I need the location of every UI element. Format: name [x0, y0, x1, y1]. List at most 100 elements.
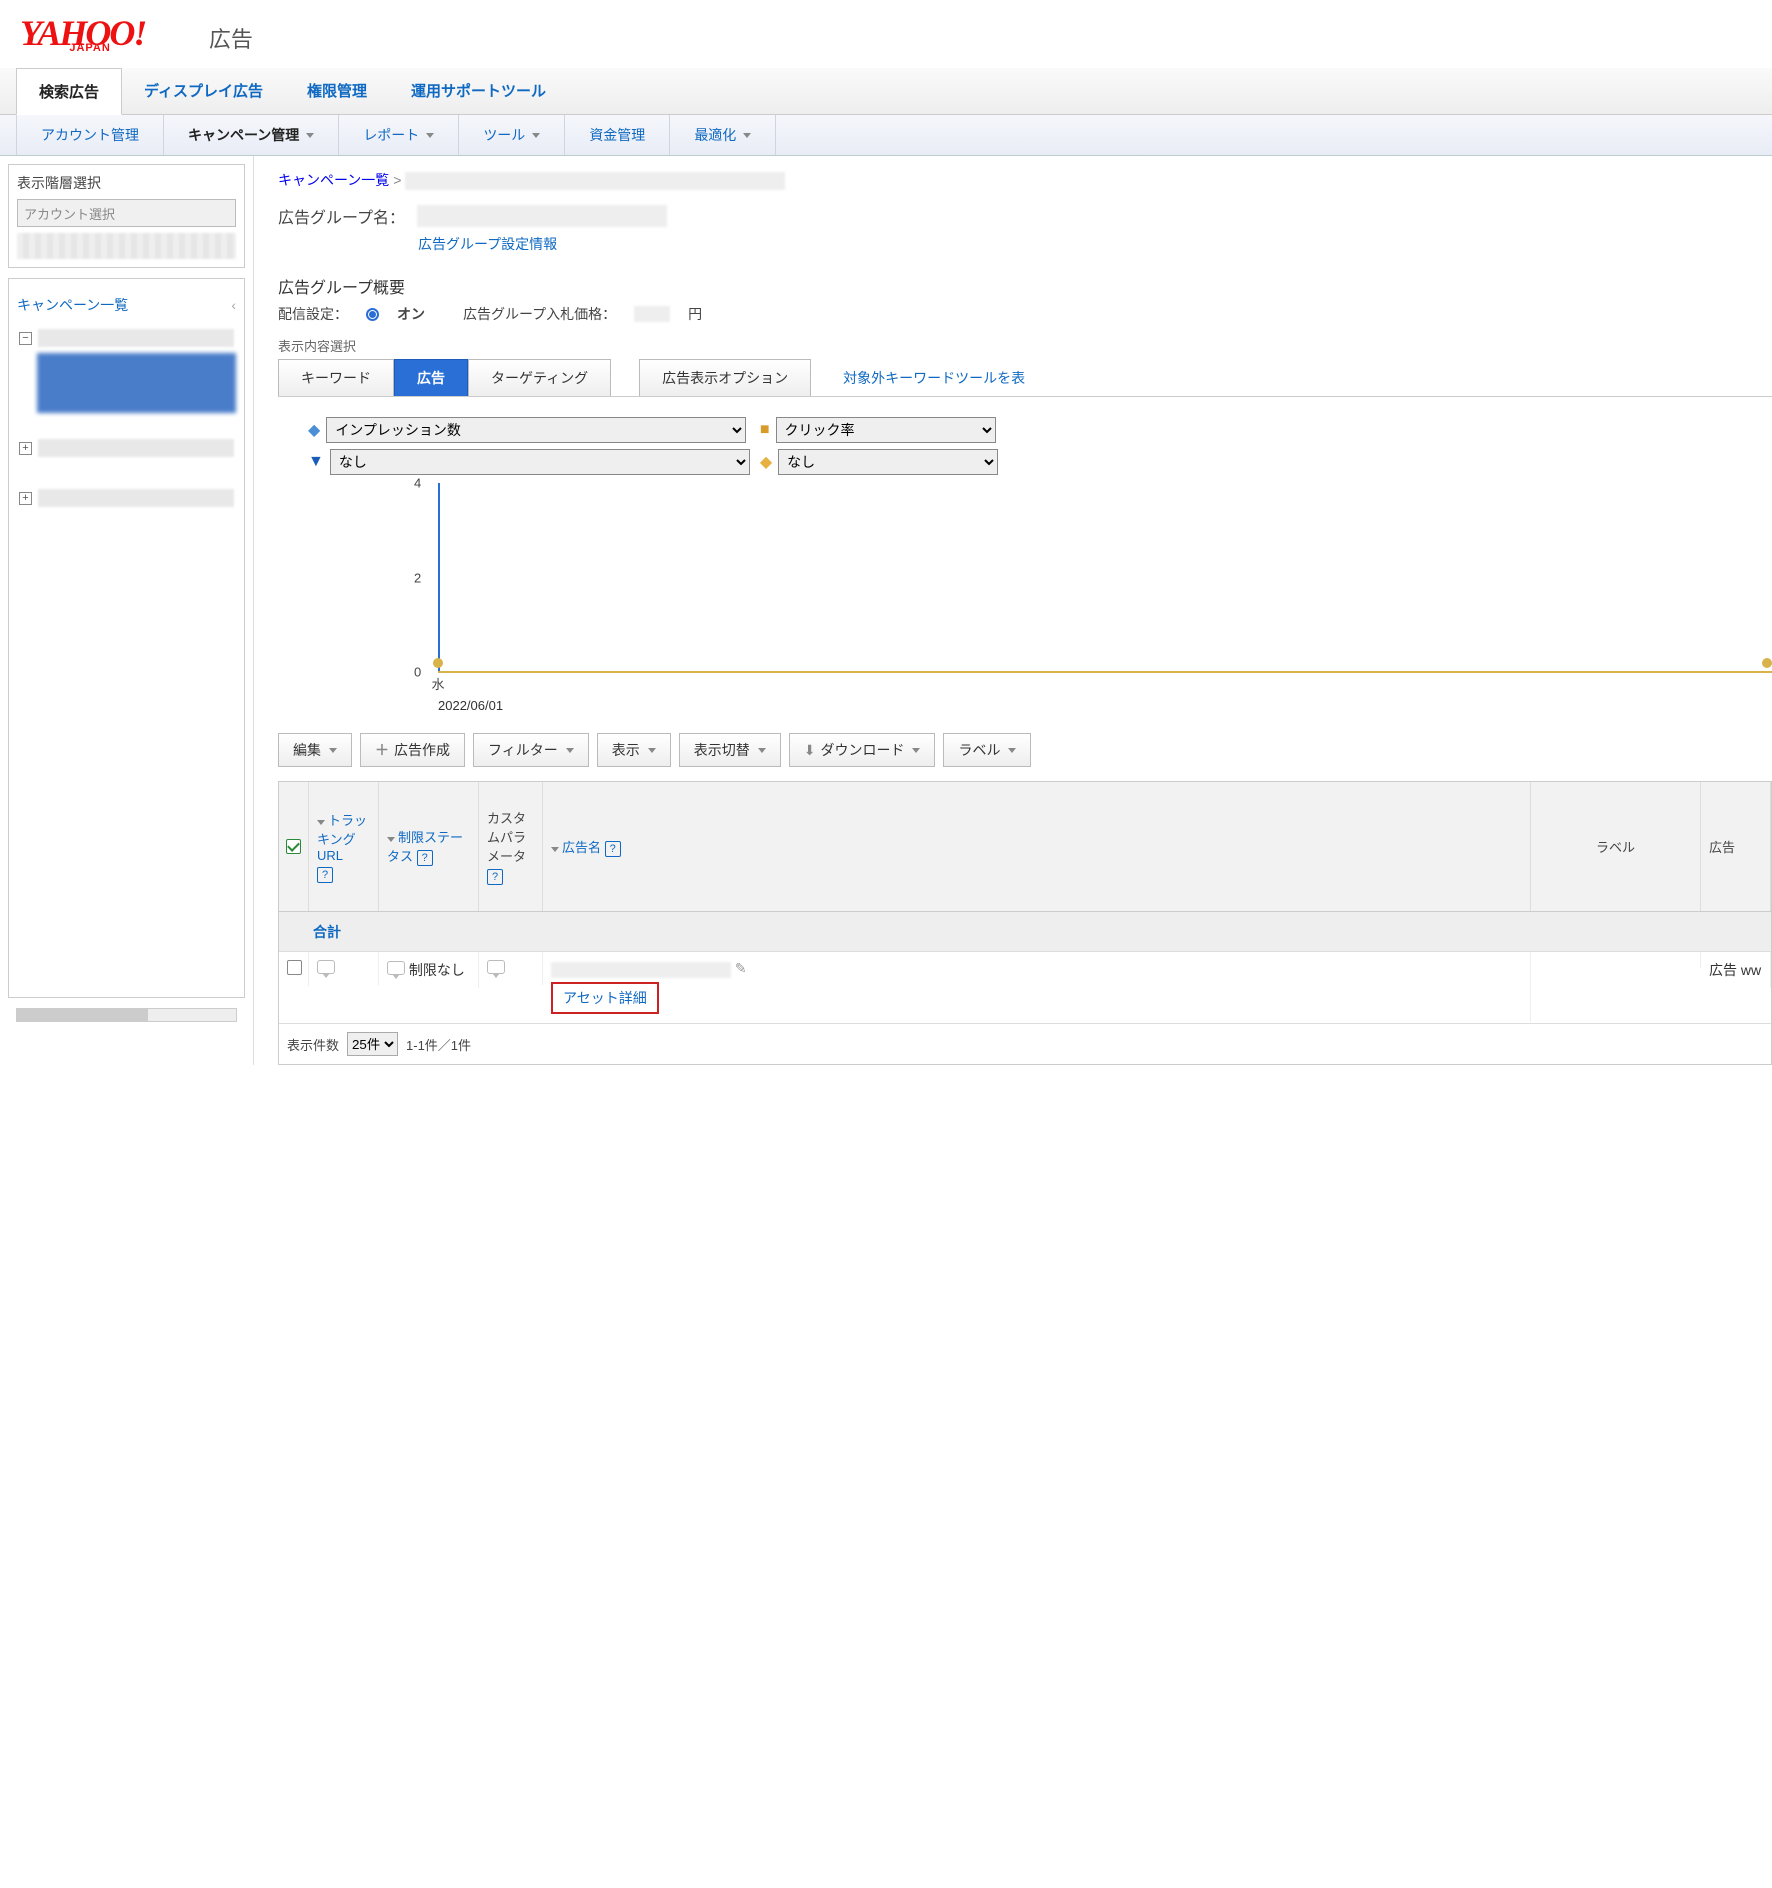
delivery-label: 配信設定：	[278, 304, 348, 324]
subnav-funds[interactable]: 資金管理	[565, 115, 670, 155]
subnav-report[interactable]: レポート	[339, 115, 459, 155]
tree-item[interactable]: −	[17, 323, 236, 353]
tab-support-tools[interactable]: 運用サポートツール	[389, 68, 568, 114]
metric-marker-icon: ▼	[308, 453, 324, 471]
th-tracking-url[interactable]: トラッキングURL ?	[309, 782, 379, 911]
th-ad-name[interactable]: 広告名 ?	[543, 782, 1531, 911]
chart-xaxis-line	[438, 671, 1772, 673]
redacted	[405, 172, 785, 190]
tree-collapse-icon[interactable]: −	[19, 332, 32, 345]
subnav-tool[interactable]: ツール	[459, 115, 565, 155]
edit-button[interactable]: 編集	[278, 733, 352, 767]
ad-group-settings-link[interactable]: 広告グループ設定情報	[418, 234, 1772, 254]
metric-select-2[interactable]: なし	[330, 449, 750, 475]
comment-icon[interactable]	[487, 960, 505, 974]
chart: 4 2 0 水 2022/06/01	[438, 483, 1772, 713]
ad-preview: 広告 ww	[1709, 962, 1761, 978]
help-icon[interactable]: ?	[605, 841, 621, 857]
edit-icon[interactable]: ✎	[735, 960, 747, 976]
filter-button[interactable]: フィルター	[473, 733, 589, 767]
th-ad[interactable]: 広告	[1701, 782, 1771, 911]
main-content: キャンペーン一覧 > 広告グループ名： 広告グループ設定情報 広告グループ概要 …	[254, 156, 1772, 1065]
sidebar-campaign-list-link[interactable]: キャンペーン一覧	[17, 295, 128, 315]
ctab-keyword[interactable]: キーワード	[278, 359, 394, 396]
th-label[interactable]: ラベル	[1531, 782, 1701, 911]
sidebar: 表示階層選択 アカウント選択 キャンペーン一覧 ‹ − + +	[0, 156, 254, 1065]
top-tabs: 検索広告 ディスプレイ広告 権限管理 運用サポートツール	[0, 68, 1772, 115]
excluded-keyword-tool-link[interactable]: 対象外キーワードツールを表	[821, 360, 1047, 396]
tree-expand-icon[interactable]: +	[19, 442, 32, 455]
tree-item[interactable]: +	[17, 483, 236, 513]
subnav-account-mgmt[interactable]: アカウント管理	[16, 115, 164, 155]
xtick-label: 水	[431, 674, 444, 693]
chevron-left-icon[interactable]: ‹	[231, 297, 236, 313]
header: YAHOO! JAPAN 広告	[0, 0, 1772, 54]
chevron-down-icon	[532, 133, 540, 138]
download-button[interactable]: ⬇ダウンロード	[789, 733, 936, 767]
radio-on-icon[interactable]	[366, 308, 379, 321]
sidebar-campaign-panel: キャンペーン一覧 ‹ − + +	[8, 278, 245, 998]
ytick: 4	[414, 476, 421, 491]
redacted	[551, 962, 731, 978]
plus-icon: ＋	[375, 740, 389, 760]
metric-select-3[interactable]: クリック率	[776, 417, 996, 443]
logo-brand-sub: JAPAN	[69, 42, 110, 54]
content-tabs: キーワード 広告 ターゲティング 広告表示オプション 対象外キーワードツールを表	[278, 359, 1772, 397]
display-button[interactable]: 表示	[597, 733, 671, 767]
metric-select-1[interactable]: インプレッション数	[326, 417, 746, 443]
sidebar-level-title: 表示階層選択	[17, 173, 236, 193]
tree-expand-icon[interactable]: +	[19, 492, 32, 505]
tab-display-ads[interactable]: ディスプレイ広告	[122, 68, 285, 114]
metric-select-area: ◆ インプレッション数 ▼ なし ■ クリック率 ◆ なし	[308, 417, 1772, 475]
tab-search-ads[interactable]: 検索広告	[16, 68, 122, 115]
help-icon[interactable]: ?	[417, 850, 433, 866]
th-limit-status[interactable]: 制限ステータス ?	[379, 782, 479, 911]
bid-label: 広告グループ入札価格：	[463, 304, 616, 324]
th-custom-param[interactable]: カスタムパラメータ ?	[479, 782, 543, 911]
rows-label: 表示件数	[287, 1035, 339, 1054]
chevron-down-icon	[648, 748, 656, 753]
chevron-down-icon	[1008, 748, 1016, 753]
ctab-ad-display-option[interactable]: 広告表示オプション	[639, 359, 811, 396]
tree-item[interactable]: +	[17, 433, 236, 463]
redacted	[634, 306, 670, 322]
rows-select[interactable]: 25件	[347, 1032, 398, 1056]
table-footer: 表示件数 25件 1-1件／1件	[279, 1024, 1771, 1064]
table-header: トラッキングURL ? 制限ステータス ? カスタムパラメータ ? 広告名 ? …	[279, 782, 1771, 912]
sub-nav: アカウント管理 キャンペーン管理 レポート ツール 資金管理 最適化	[0, 115, 1772, 156]
sidebar-scrollbar[interactable]	[16, 1008, 237, 1022]
ytick: 2	[414, 570, 421, 585]
label-button[interactable]: ラベル	[943, 733, 1031, 767]
tree-item-selected[interactable]	[37, 353, 236, 413]
account-select[interactable]: アカウント選択	[17, 199, 236, 227]
ctab-ad[interactable]: 広告	[394, 359, 468, 396]
display-switch-button[interactable]: 表示切替	[679, 733, 781, 767]
rows-count: 1-1件／1件	[406, 1035, 471, 1054]
metric-select-4[interactable]: なし	[778, 449, 998, 475]
tab-permissions[interactable]: 権限管理	[285, 68, 389, 114]
subnav-optimize[interactable]: 最適化	[670, 115, 776, 155]
ad-group-name-row: 広告グループ名：	[278, 204, 1772, 228]
checkbox-all[interactable]	[286, 839, 301, 854]
sidebar-campaign-head: キャンペーン一覧 ‹	[17, 295, 236, 315]
ctab-targeting[interactable]: ターゲティング	[468, 359, 611, 396]
metric-marker-icon: ◆	[308, 420, 320, 440]
table-row: 制限なし ✎ アセット詳細 広告 ww	[279, 952, 1771, 1024]
redacted	[417, 205, 667, 227]
help-icon[interactable]: ?	[317, 867, 333, 883]
sort-icon	[387, 837, 395, 842]
help-icon[interactable]: ?	[487, 869, 503, 885]
redacted	[17, 233, 236, 259]
logo: YAHOO! JAPAN 広告	[20, 8, 1752, 54]
sort-icon	[551, 847, 559, 852]
subnav-campaign-mgmt[interactable]: キャンペーン管理	[164, 115, 339, 155]
asset-detail-button[interactable]: アセット詳細	[551, 982, 659, 1014]
scrollbar-thumb[interactable]	[17, 1009, 148, 1021]
chevron-down-icon	[912, 748, 920, 753]
breadcrumb-campaign-list[interactable]: キャンペーン一覧	[278, 172, 389, 188]
comment-icon[interactable]	[317, 960, 335, 974]
row-checkbox[interactable]	[287, 960, 302, 975]
metric-marker-icon: ■	[760, 421, 770, 439]
create-ad-button[interactable]: ＋広告作成	[360, 733, 465, 767]
comment-icon[interactable]	[387, 961, 405, 975]
